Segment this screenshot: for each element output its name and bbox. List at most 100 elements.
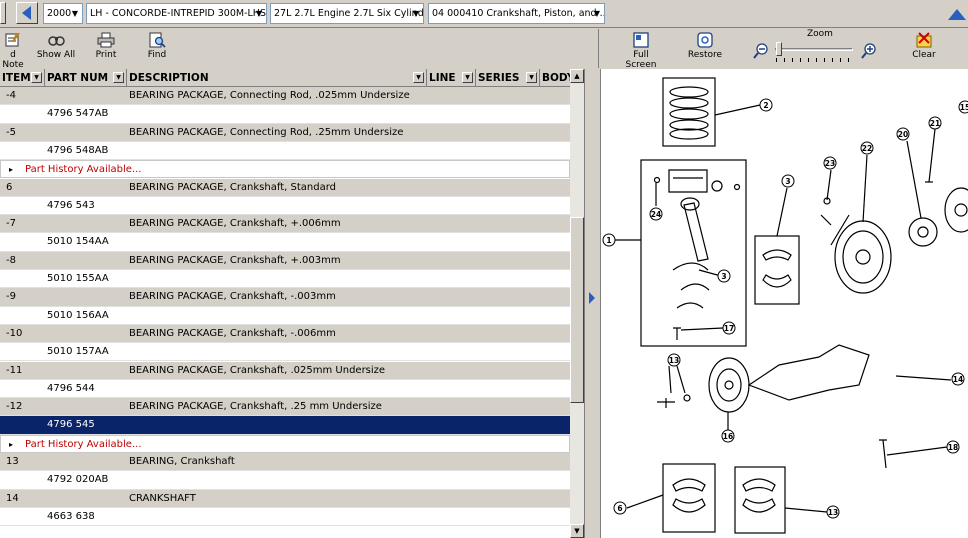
table-row[interactable]: 5010 157AA [0, 343, 570, 362]
table-row[interactable]: 4796 547AB [0, 105, 570, 124]
zoom-slider-thumb[interactable] [776, 42, 782, 56]
table-row[interactable]: -8 BEARING PACKAGE, Crankshaft, +.003mm [0, 251, 570, 270]
collapse-up-icon[interactable] [946, 4, 968, 24]
filter-dropdown-icon[interactable]: ▼ [31, 72, 42, 83]
svg-text:6: 6 [617, 504, 622, 513]
table-row[interactable]: -12 BEARING PACKAGE, Crankshaft, .25 mm U… [0, 398, 570, 417]
table-row[interactable]: -4 BEARING PACKAGE, Connecting Rod, .025m… [0, 87, 570, 106]
find-button[interactable]: Find [143, 32, 171, 60]
zoom-slider-track[interactable] [775, 48, 853, 51]
restore-button[interactable]: Restore [685, 32, 725, 60]
callout-23[interactable]: 23 [823, 156, 837, 170]
part-history-link[interactable]: ▸ Part History Available... [0, 434, 570, 454]
show-all-button[interactable]: Show All [36, 32, 76, 60]
column-header-body[interactable]: BODY [540, 69, 574, 87]
table-row[interactable]: 5010 156AA [0, 306, 570, 325]
model-select[interactable]: LH - CONCORDE-INTREPID 300M-LHS ▼ [86, 3, 267, 24]
callout-16[interactable]: 16 [721, 429, 735, 443]
full-screen-button[interactable]: Full Screen [617, 32, 665, 70]
scroll-thumb[interactable] [570, 217, 584, 403]
engine-select[interactable]: 27L 2.7L Engine 2.7L Six Cylinder ▼ [270, 3, 424, 24]
expand-arrow-icon[interactable]: ▸ [9, 161, 13, 179]
print-button[interactable]: Print [92, 32, 120, 60]
callout-17[interactable]: 17 [722, 321, 736, 335]
group-select[interactable]: 04 000410 Crankshaft, Piston, and ... ▼ [428, 3, 605, 24]
column-header-series[interactable]: SERIES ▼ [476, 69, 540, 87]
filter-dropdown-icon[interactable]: ▼ [413, 72, 424, 83]
table-row[interactable]: -11 BEARING PACKAGE, Crankshaft, .025mm U… [0, 361, 570, 380]
table-row[interactable]: 6 BEARING PACKAGE, Crankshaft, Standard [0, 178, 570, 197]
callout-3b[interactable]: 3 [717, 269, 731, 283]
callout-3[interactable]: 3 [781, 174, 795, 188]
item-cell: 13 [6, 456, 19, 467]
description-cell: BEARING PACKAGE, Crankshaft, +.003mm [129, 254, 341, 266]
clear-label: Clear [912, 50, 936, 60]
svg-text:15: 15 [960, 103, 968, 112]
printer-icon [97, 32, 115, 48]
table-row[interactable]: -5 BEARING PACKAGE, Connecting Rod, .25mm… [0, 123, 570, 142]
table-row[interactable]: -7 BEARING PACKAGE, Crankshaft, +.006mm [0, 215, 570, 234]
callout-6[interactable]: 6 [613, 501, 627, 515]
callout-14[interactable]: 14 [951, 372, 965, 386]
part-history-link[interactable]: ▸ Part History Available... [0, 160, 570, 179]
callout-2[interactable]: 2 [759, 98, 773, 112]
bearing-box-6 [662, 463, 716, 533]
zoom-in-icon[interactable] [861, 43, 877, 59]
table-row[interactable]: 4663 638 [0, 507, 570, 527]
scroll-up-icon[interactable]: ▲ [570, 69, 584, 83]
table-row-selected[interactable]: 4796 545 [0, 416, 570, 435]
zoom-control: Zoom [749, 29, 889, 67]
year-select[interactable]: 2000 ▼ [43, 3, 83, 24]
parts-diagram[interactable]: 1 2 3 3 6 13 13 14 15 16 17 18 20 21 22 … [600, 69, 968, 538]
table-row[interactable]: 5010 154AA [0, 233, 570, 252]
filter-dropdown-icon[interactable]: ▼ [526, 72, 537, 83]
part-number-cell: 5010 156AA [47, 309, 109, 321]
svg-text:21: 21 [930, 119, 940, 128]
back-button[interactable] [16, 2, 38, 24]
description-cell: BEARING PACKAGE, Crankshaft, +.006mm [129, 218, 341, 230]
table-row[interactable]: 14 CRANKSHAFT [0, 489, 570, 508]
column-header-part-num[interactable]: PART NUM ▼ [45, 69, 127, 87]
table-row[interactable]: -10 BEARING PACKAGE, Crankshaft, -.006mm [0, 324, 570, 344]
binoculars-icon [48, 36, 65, 46]
scroll-down-icon[interactable]: ▼ [570, 524, 584, 538]
column-header-item[interactable]: ITEM ▼ [0, 69, 45, 87]
vertical-scrollbar[interactable]: ▲ ▼ [570, 69, 584, 538]
callout-15[interactable]: 15 [958, 100, 968, 114]
bearing-box-3 [754, 235, 800, 305]
callout-22[interactable]: 22 [860, 141, 874, 155]
table-row[interactable]: 5010 155AA [0, 270, 570, 289]
column-header-line[interactable]: LINE ▼ [427, 69, 476, 87]
expand-right-icon[interactable] [587, 291, 596, 305]
table-row[interactable]: 4796 548AB [0, 141, 570, 161]
pane-splitter[interactable] [584, 69, 598, 538]
callout-24[interactable]: 24 [649, 207, 663, 221]
callout-21[interactable]: 21 [928, 116, 942, 130]
part-number-cell: 4796 545 [47, 419, 95, 431]
zoom-ticks [776, 58, 854, 62]
zoom-label: Zoom [807, 29, 833, 39]
chevron-down-icon: ▼ [255, 9, 263, 18]
add-note-button[interactable]: d Note [0, 32, 26, 70]
callout-13[interactable]: 13 [667, 353, 681, 367]
callout-13b[interactable]: 13 [826, 505, 840, 519]
table-row[interactable]: -9 BEARING PACKAGE, Crankshaft, -.003mm [0, 288, 570, 307]
toolbar-edge-button[interactable] [0, 2, 6, 24]
table-row[interactable]: 4796 544 [0, 379, 570, 399]
callout-1[interactable]: 1 [602, 233, 616, 247]
item-cell: -8 [6, 254, 16, 266]
clear-button[interactable]: Clear [909, 32, 939, 60]
table-row[interactable]: 4792 020AB [0, 471, 570, 490]
zoom-out-icon[interactable] [753, 43, 769, 59]
filter-dropdown-icon[interactable]: ▼ [113, 72, 124, 83]
callout-18[interactable]: 18 [946, 440, 960, 454]
column-header-description[interactable]: DESCRIPTION ▼ [127, 69, 427, 87]
part-history-label[interactable]: Part History Available... [25, 161, 141, 179]
table-row[interactable]: 4796 543 [0, 196, 570, 216]
filter-dropdown-icon[interactable]: ▼ [462, 72, 473, 83]
callout-20[interactable]: 20 [896, 127, 910, 141]
expand-arrow-icon[interactable]: ▸ [9, 436, 13, 454]
part-history-label[interactable]: Part History Available... [25, 436, 141, 454]
table-row[interactable]: 13 BEARING, Crankshaft [0, 453, 570, 472]
svg-text:16: 16 [723, 432, 733, 441]
